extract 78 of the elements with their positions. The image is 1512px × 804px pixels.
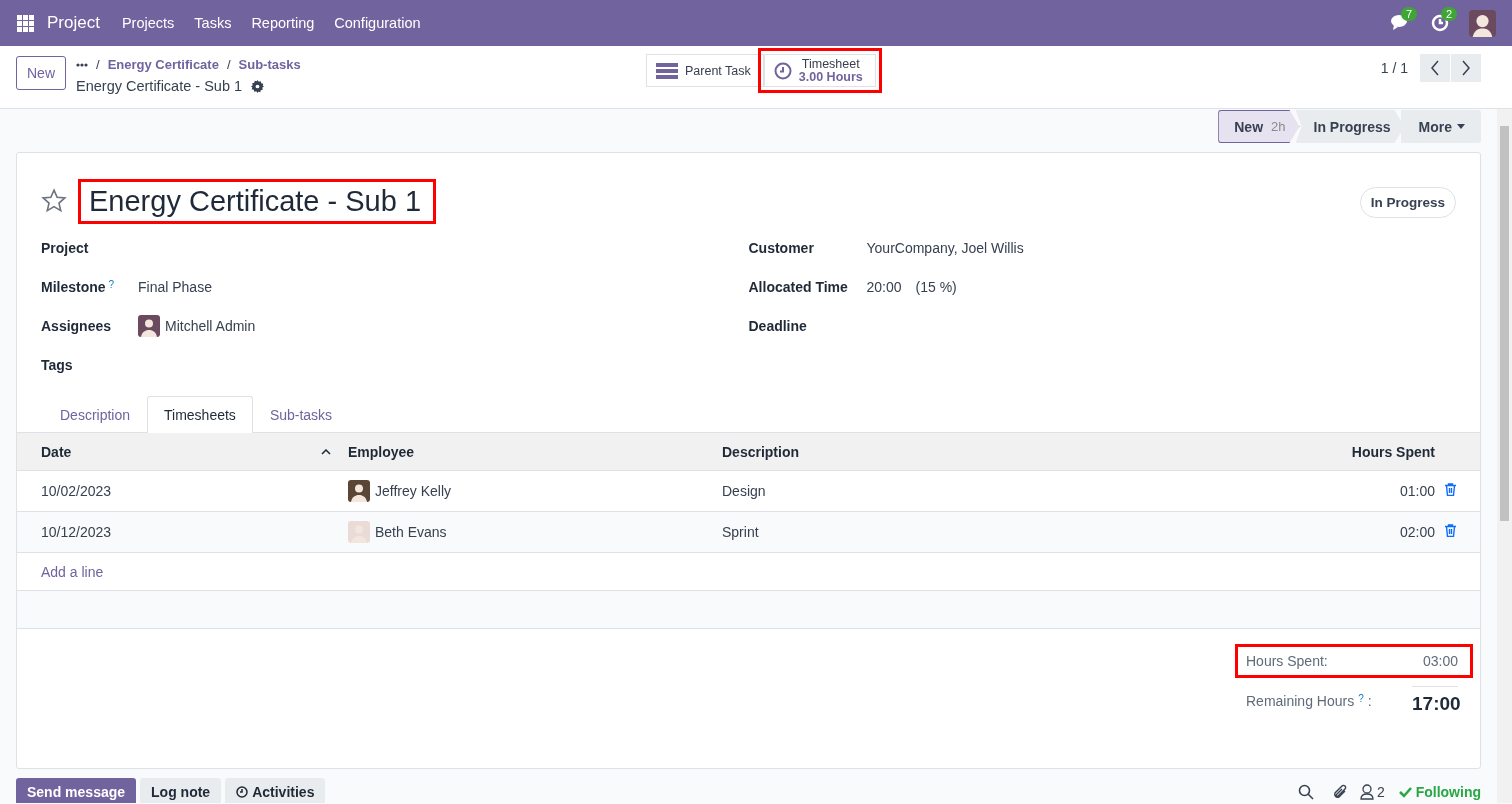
add-line-link[interactable]: Add a line xyxy=(41,563,104,580)
activities-button[interactable]: Activities xyxy=(225,778,326,803)
table-cell: Beth Evans xyxy=(375,524,447,540)
caret-down-icon xyxy=(1457,124,1465,129)
table-cell: Jeffrey Kelly xyxy=(375,483,451,499)
table-cell-text: 10/02/2023 xyxy=(40,483,113,499)
activity-count-badge: 2 xyxy=(1441,7,1458,21)
trash-icon[interactable] xyxy=(1445,524,1456,537)
field-label: Allocated Time xyxy=(748,278,848,295)
table-cell-text: 10/12/2023 xyxy=(40,524,113,540)
label-colon: : xyxy=(1367,692,1372,709)
table-cell-text: Design xyxy=(721,483,767,499)
menu-item[interactable]: Configuration xyxy=(334,15,421,31)
breadcrumb-current: Energy Certificate - Sub 1 xyxy=(76,78,243,94)
task-title[interactable]: Energy Certificate - Sub 1 xyxy=(81,181,434,221)
menu-item[interactable]: Tasks xyxy=(194,15,232,31)
field-label: Customer xyxy=(748,239,814,256)
field-value[interactable]: 20:00 xyxy=(866,278,902,295)
column-header[interactable]: Employee xyxy=(343,443,717,460)
status-stage[interactable]: New 2h xyxy=(1218,110,1300,143)
assignee-avatar xyxy=(138,314,160,337)
notebook-tab[interactable]: Description xyxy=(43,396,148,433)
breadcrumb-link[interactable]: Energy Certificate xyxy=(107,57,219,72)
paperclip-icon[interactable] xyxy=(1331,784,1348,800)
column-header[interactable]: Description xyxy=(717,443,1330,460)
field-label: Deadline xyxy=(748,317,807,334)
breadcrumb-separator: / xyxy=(96,57,100,72)
breadcrumb-link[interactable]: Sub-tasks xyxy=(238,57,301,72)
employee-avatar xyxy=(348,521,370,543)
gear-icon[interactable] xyxy=(251,79,265,93)
apps-menu-icon[interactable] xyxy=(17,14,34,32)
column-header[interactable]: Hours Spent xyxy=(1330,443,1440,460)
field-value[interactable]: Final Phase xyxy=(138,278,212,295)
clock-icon xyxy=(773,61,792,80)
person-icon[interactable] xyxy=(1359,784,1374,800)
star-icon[interactable] xyxy=(41,188,67,214)
menu-item[interactable]: Reporting xyxy=(251,15,315,31)
trash-icon[interactable] xyxy=(1445,483,1456,496)
field-label: Milestone xyxy=(41,278,106,295)
hours-spent-total: Hours Spent: 03:00 xyxy=(1238,647,1470,675)
notebook-tab[interactable]: Timesheets xyxy=(147,396,253,433)
table-cell-text: 01:00 xyxy=(1398,483,1436,499)
follower-count[interactable]: 2 xyxy=(1376,784,1385,800)
field-value[interactable]: YourCompany, Joel Willis xyxy=(866,239,1024,256)
notebook-tab[interactable]: Sub-tasks xyxy=(252,396,350,433)
app-name[interactable]: Project xyxy=(47,13,100,33)
field-label: Project xyxy=(41,239,89,256)
next-icon[interactable] xyxy=(1451,54,1481,82)
table-cell-text: 02:00 xyxy=(1398,524,1436,540)
pager-counter: 1 / 1 xyxy=(1380,60,1408,76)
help-tooltip-icon[interactable]: ? xyxy=(108,278,115,290)
sort-ascending-icon[interactable] xyxy=(321,448,331,455)
field-value-percent: (15 %) xyxy=(915,278,957,295)
stacked-bars-icon xyxy=(656,62,678,79)
field-label: Assignees xyxy=(41,317,112,334)
new-button[interactable]: New xyxy=(16,56,66,90)
employee-avatar xyxy=(348,480,370,502)
search-icon[interactable] xyxy=(1297,784,1314,800)
ellipsis-icon[interactable] xyxy=(76,62,88,67)
remaining-hours-value: 17:00 xyxy=(1412,686,1458,715)
help-tooltip-icon[interactable]: ? xyxy=(1358,692,1364,704)
menu-item[interactable]: Projects xyxy=(121,15,175,31)
previous-icon[interactable] xyxy=(1420,54,1450,82)
field-label: Tags xyxy=(41,356,73,373)
send-message-button[interactable]: Send message xyxy=(16,778,137,803)
parent-task-button[interactable]: Parent Task xyxy=(646,54,764,87)
breadcrumb-separator: / xyxy=(226,57,231,72)
remaining-hours-label: Remaining Hours xyxy=(1246,692,1355,709)
check-icon xyxy=(1398,786,1412,798)
field-value[interactable]: Mitchell Admin xyxy=(165,317,256,334)
table-cell-text: Sprint xyxy=(721,524,760,540)
user-avatar[interactable] xyxy=(1469,9,1496,37)
log-note-button[interactable]: Log note xyxy=(140,778,222,803)
more-dropdown[interactable]: More xyxy=(1400,110,1481,143)
clock-icon xyxy=(236,786,249,798)
column-header[interactable]: Date xyxy=(41,443,72,460)
scrollbar-thumb[interactable] xyxy=(1500,126,1509,521)
message-count-badge: 7 xyxy=(1401,7,1418,21)
